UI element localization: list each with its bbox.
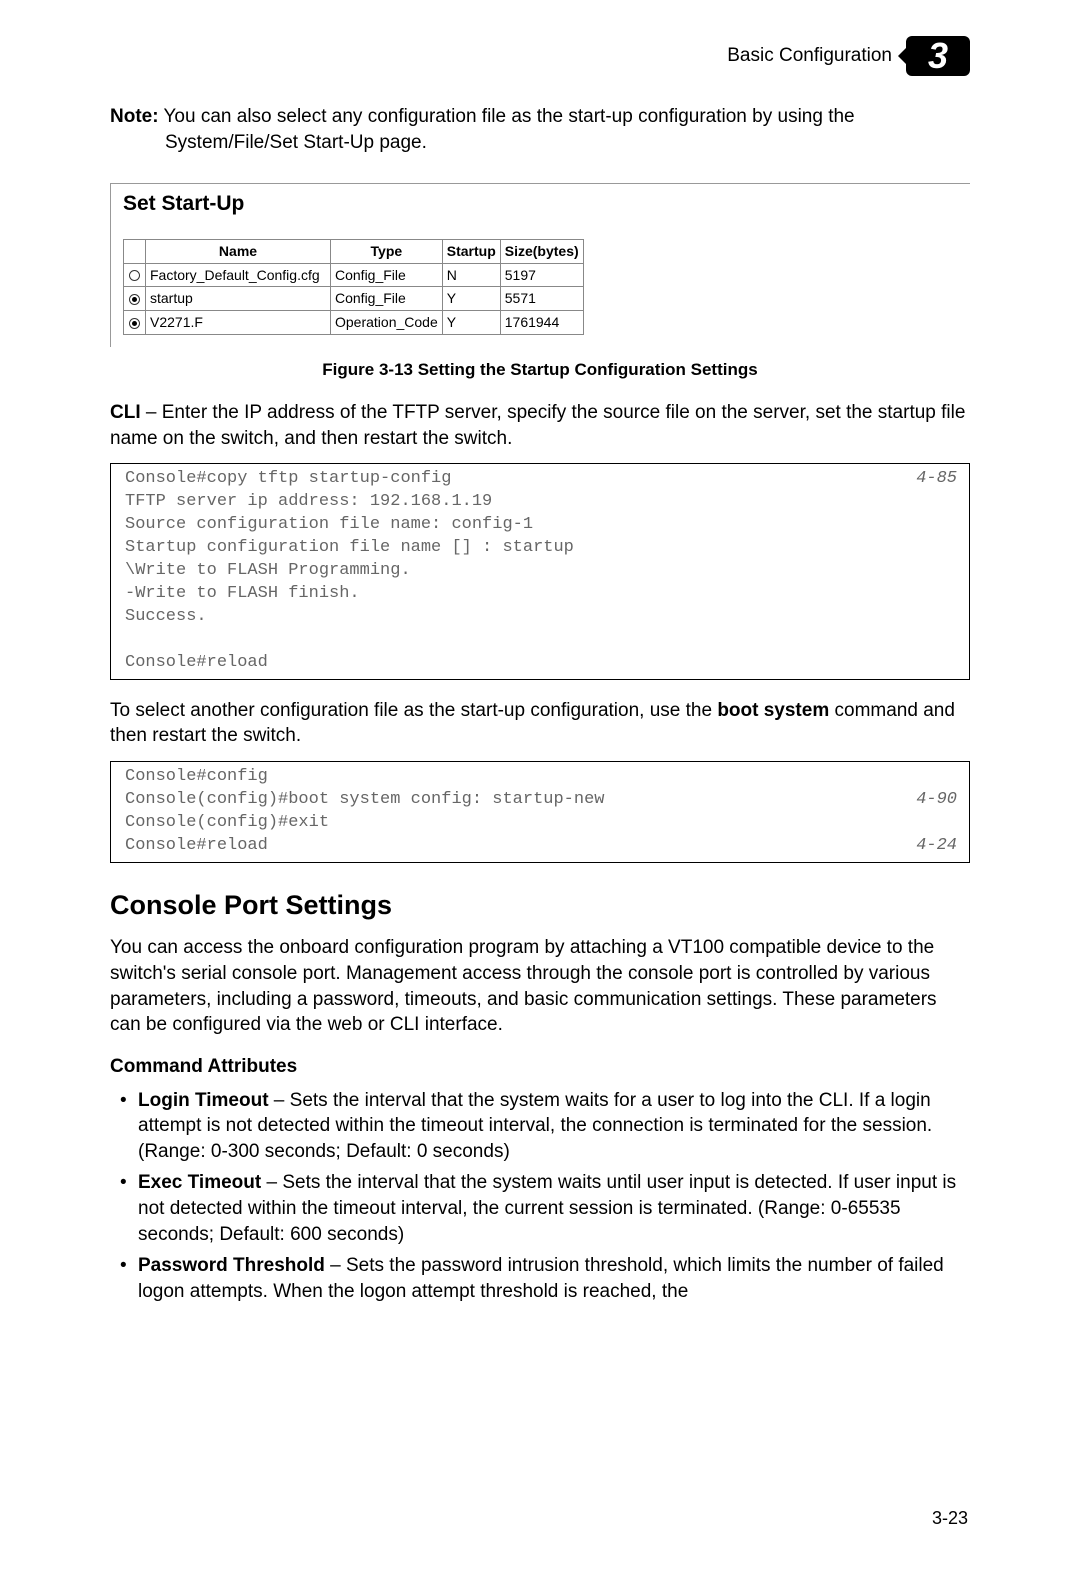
attribute-list: Login Timeout – Sets the interval that t…: [110, 1088, 970, 1305]
note-block: Note: You can also select any configurat…: [110, 104, 970, 155]
para2-t1: To select another configuration file as …: [110, 700, 717, 721]
code-ref: 4-24: [916, 835, 957, 858]
radio-input[interactable]: [129, 270, 140, 281]
table-row: V2271.F Operation_Code Y 1761944: [124, 311, 584, 335]
attr-name: Login Timeout: [138, 1090, 269, 1111]
table-row: Factory_Default_Config.cfg Config_File N…: [124, 263, 584, 287]
list-item: Password Threshold – Sets the password i…: [110, 1253, 970, 1304]
cell-type: Operation_Code: [331, 311, 443, 335]
header-name: Name: [146, 239, 331, 263]
cell-type: Config_File: [331, 287, 443, 311]
code-ref: 4-85: [916, 468, 957, 491]
attr-name: Exec Timeout: [138, 1172, 261, 1193]
chapter-badge: 3: [906, 36, 970, 76]
code-block-1: Console#copy tftp startup-config 4-85 TFT…: [110, 463, 970, 679]
set-startup-panel: Set Start-Up Name Type Startup Size(byte…: [110, 183, 970, 347]
list-item: Exec Timeout – Sets the interval that th…: [110, 1170, 970, 1247]
code-block-2: Console#config Console(config)#boot syst…: [110, 761, 970, 863]
code-line: Console#reload: [125, 836, 268, 855]
header-type: Type: [331, 239, 443, 263]
command-attributes-heading: Command Attributes: [110, 1054, 970, 1080]
cell-size: 5571: [500, 287, 583, 311]
panel-title: Set Start-Up: [123, 190, 970, 218]
note-label: Note:: [110, 106, 159, 127]
page-header: Basic Configuration 3: [110, 36, 970, 76]
figure-caption: Figure 3-13 Setting the Startup Configur…: [110, 359, 970, 382]
table-header-row: Name Type Startup Size(bytes): [124, 239, 584, 263]
header-startup: Startup: [442, 239, 500, 263]
note-text-line1: You can also select any configuration fi…: [159, 106, 855, 127]
code-line: Source configuration file name: config-1: [125, 515, 533, 534]
code-line: Console(config)#exit: [125, 813, 329, 832]
cell-size: 1761944: [500, 311, 583, 335]
cell-name: startup: [146, 287, 331, 311]
header-size: Size(bytes): [500, 239, 583, 263]
code-ref: 4-90: [916, 789, 957, 812]
cell-name: V2271.F: [146, 311, 331, 335]
note-text-line2: System/File/Set Start-Up page.: [165, 130, 970, 156]
code-line: Success.: [125, 607, 207, 626]
cell-startup: N: [442, 263, 500, 287]
para-boot-system: To select another configuration file as …: [110, 698, 970, 749]
para2-bold: boot system: [717, 700, 829, 721]
cell-name: Factory_Default_Config.cfg: [146, 263, 331, 287]
code-line: Console#copy tftp startup-config: [125, 469, 451, 488]
attr-name: Password Threshold: [138, 1255, 325, 1276]
attr-desc: – Sets the interval that the system wait…: [138, 1172, 956, 1244]
section-intro: You can access the onboard configuration…: [110, 935, 970, 1038]
code-line: -Write to FLASH finish.: [125, 584, 360, 603]
code-line: Startup configuration file name [] : sta…: [125, 538, 574, 557]
radio-input[interactable]: [129, 294, 140, 305]
header-title: Basic Configuration: [727, 43, 892, 69]
header-radio: [124, 239, 146, 263]
table-row: startup Config_File Y 5571: [124, 287, 584, 311]
code-line: TFTP server ip address: 192.168.1.19: [125, 492, 492, 511]
code-line: Console#reload: [125, 653, 268, 672]
section-title: Console Port Settings: [110, 887, 970, 923]
cell-size: 5197: [500, 263, 583, 287]
cli-rest: – Enter the IP address of the TFTP serve…: [110, 402, 965, 449]
list-item: Login Timeout – Sets the interval that t…: [110, 1088, 970, 1165]
cli-paragraph: CLI – Enter the IP address of the TFTP s…: [110, 400, 970, 451]
cell-type: Config_File: [331, 263, 443, 287]
cell-startup: Y: [442, 311, 500, 335]
page-number: 3-23: [932, 1506, 968, 1530]
code-line: \Write to FLASH Programming.: [125, 561, 411, 580]
cli-bold: CLI: [110, 402, 141, 423]
code-line: Console#config: [125, 767, 268, 786]
cell-startup: Y: [442, 287, 500, 311]
code-line: Console(config)#boot system config: star…: [125, 790, 604, 809]
file-table: Name Type Startup Size(bytes) Factory_De…: [123, 239, 584, 336]
radio-input[interactable]: [129, 318, 140, 329]
